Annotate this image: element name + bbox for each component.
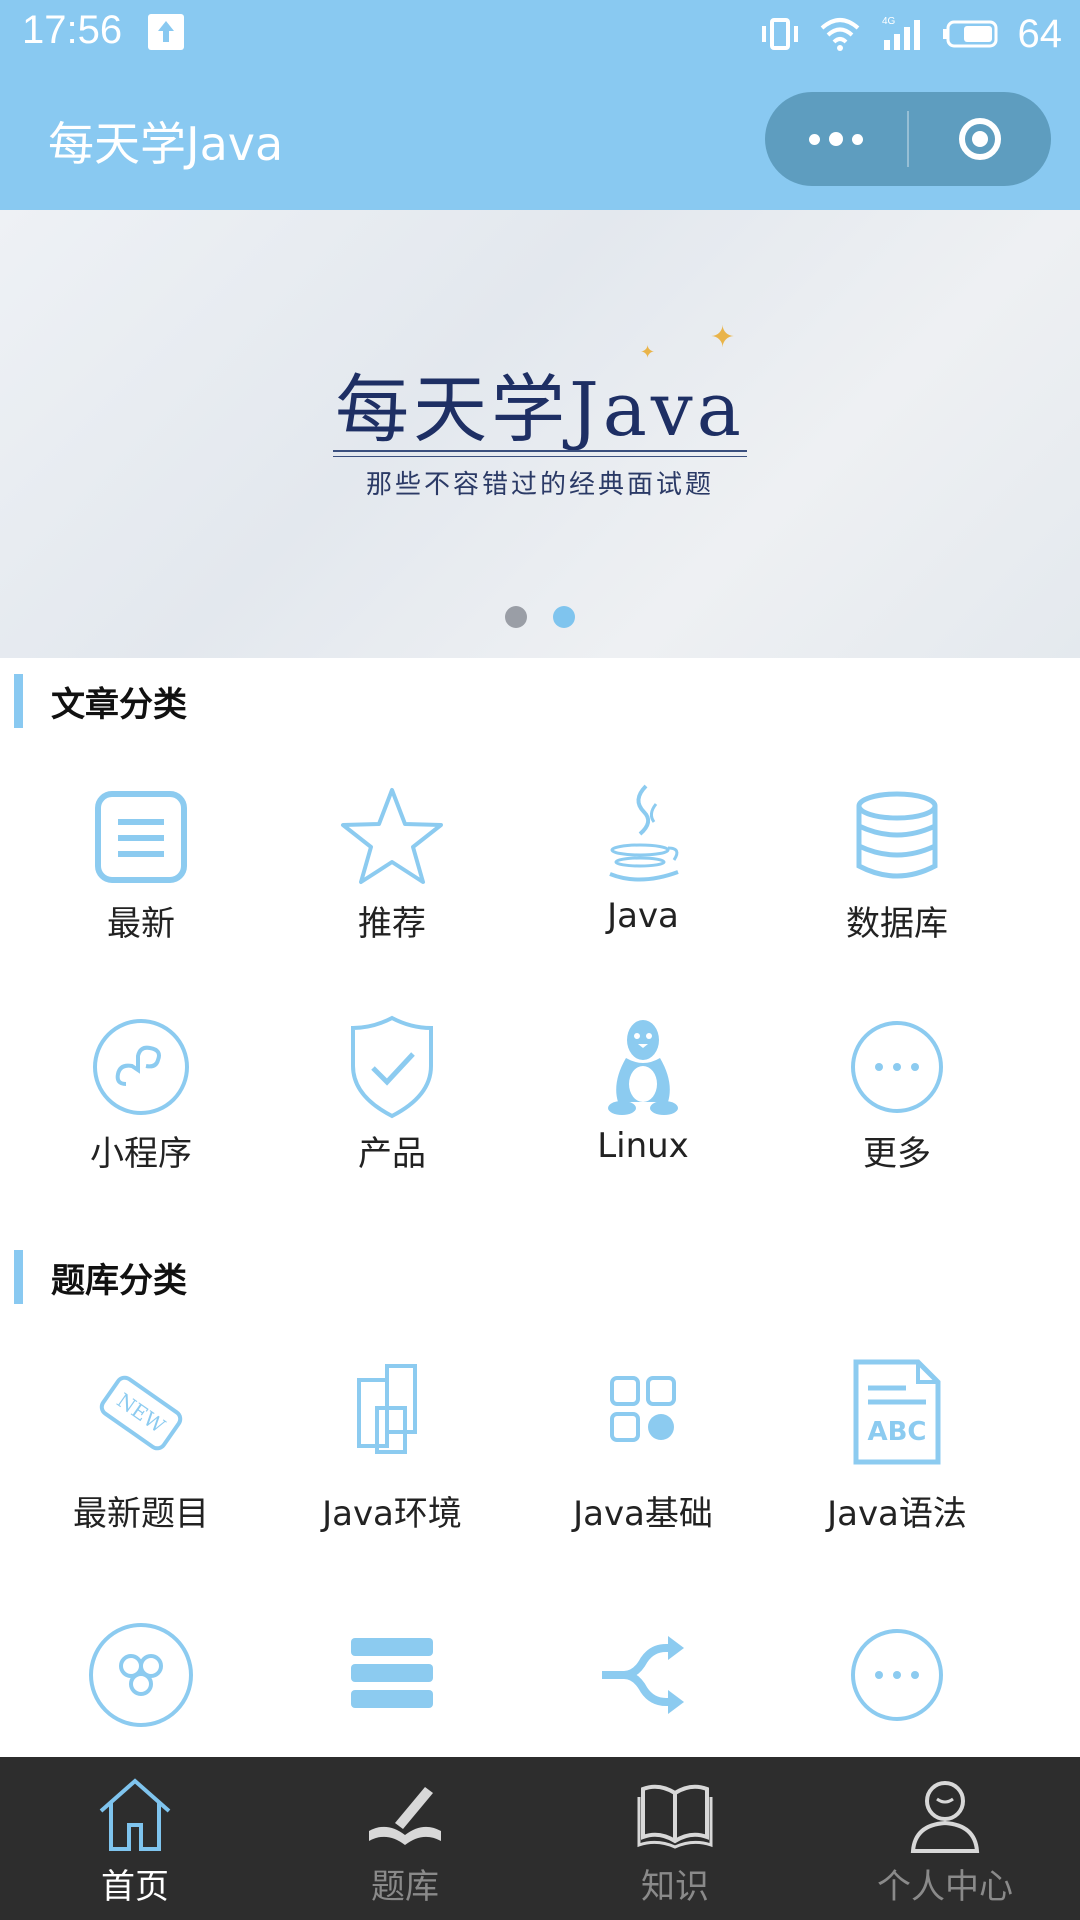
list-doc-icon [95,791,187,883]
tab-label: 个人中心 [877,1867,1013,1907]
book-pen-icon [369,1787,441,1845]
network-type-text: 4G [882,16,896,27]
tab-profile[interactable]: 个人中心 [810,1757,1080,1920]
new-tag-icon: NEW [99,1375,183,1451]
panels-icon [357,1364,417,1454]
question-java-syntax[interactable]: ABC Java语法 [772,1358,1022,1535]
category-recommend[interactable]: 推荐 [267,782,517,945]
banner-title: 每天学Java [335,367,745,453]
category-label: 数据库 [846,904,948,944]
category-product[interactable]: 产品 [267,1012,517,1175]
java-cup-icon [609,784,679,882]
category-latest[interactable]: 最新 [16,782,266,945]
status-time: 17:56 [22,8,123,52]
tab-knowledge[interactable]: 知识 [540,1757,810,1920]
mini-program-capsule [765,92,1051,186]
page-title: 每天学Java [48,117,284,171]
category-database[interactable]: 数据库 [772,782,1022,945]
question-latest[interactable]: NEW 最新题目 [16,1358,266,1535]
question-category-8[interactable] [772,1620,1022,1734]
database-icon [856,791,938,879]
question-category-6[interactable] [267,1620,517,1734]
tab-label: 知识 [641,1867,709,1907]
banner-carousel[interactable]: ✦ ✦ 每天学Java 那些不容错过的经典面试题 [0,210,1080,658]
more-button[interactable] [765,92,907,186]
home-icon [99,1778,171,1851]
banner-subtitle: 那些不容错过的经典面试题 [365,470,714,500]
wifi-icon [820,18,859,51]
section-header-questions: 题库分类 [14,1250,187,1304]
upload-icon [148,14,184,50]
nav-bar: 每天学Java [0,68,1080,210]
section-header-articles: 文章分类 [14,674,187,728]
abc-doc-icon: ABC [853,1359,941,1465]
section-accent-bar [14,1250,23,1304]
category-java[interactable]: Java [518,782,768,936]
tab-bar: 首页 题库 知识 个人中心 [0,1757,1080,1920]
dot-icon [809,133,820,145]
question-label: Java环境 [322,1494,462,1534]
battery-percent: 64 [1017,11,1063,56]
category-label: 更多 [863,1134,931,1174]
question-java-basic[interactable]: Java基础 [518,1358,768,1535]
shuffle-icon [602,1636,684,1714]
category-linux[interactable]: Linux [518,1012,768,1166]
tab-home[interactable]: 首页 [0,1757,270,1920]
signal-icon: 4G [882,16,920,50]
open-book-icon [637,1784,713,1849]
star-icon [341,788,443,884]
question-label: 最新题目 [73,1494,209,1534]
tab-label: 首页 [101,1867,169,1907]
shield-check-icon [351,1015,433,1119]
question-category-7[interactable] [518,1620,768,1734]
miniprogram-icon [93,1019,189,1115]
close-button[interactable] [909,92,1051,186]
tab-question-bank[interactable]: 题库 [270,1757,540,1920]
more-circle-icon [851,1629,943,1721]
question-java-env[interactable]: Java环境 [267,1358,517,1535]
svg-text:NEW: NEW [113,1388,170,1438]
more-circle-icon [851,1021,943,1113]
user-icon [910,1781,980,1853]
category-label: 最新 [107,904,175,944]
section-title: 题库分类 [51,1260,187,1301]
category-label: 推荐 [358,904,426,944]
vibrate-icon [761,18,798,50]
question-label: Java语法 [827,1494,967,1534]
question-label: Java基础 [573,1494,713,1534]
svg-text:ABC: ABC [867,1417,926,1447]
battery-icon [942,20,997,48]
grid-icon [610,1376,676,1442]
dot-icon [852,133,863,145]
banner-divider [333,456,747,457]
carousel-dot-active[interactable] [553,606,575,628]
circles-icon [89,1623,193,1727]
category-miniprogram[interactable]: 小程序 [16,1012,266,1175]
category-label: Java [607,896,679,936]
category-label: 小程序 [90,1134,192,1174]
layers-icon [351,1638,433,1708]
banner-divider [333,450,747,452]
category-label: 产品 [358,1134,426,1174]
category-label: Linux [597,1126,689,1166]
status-bar: 17:56 4G 64 [0,0,1080,68]
section-accent-bar [14,674,23,728]
carousel-indicator [0,606,1080,628]
section-title: 文章分类 [51,684,187,725]
question-category-5[interactable] [16,1620,266,1734]
status-right: 4G 64 [760,6,1063,62]
tab-label: 题库 [371,1867,439,1907]
penguin-icon [608,1020,678,1115]
dot-icon [829,132,843,146]
carousel-dot[interactable] [505,606,527,628]
category-more[interactable]: 更多 [772,1012,1022,1175]
target-icon [959,118,1001,160]
